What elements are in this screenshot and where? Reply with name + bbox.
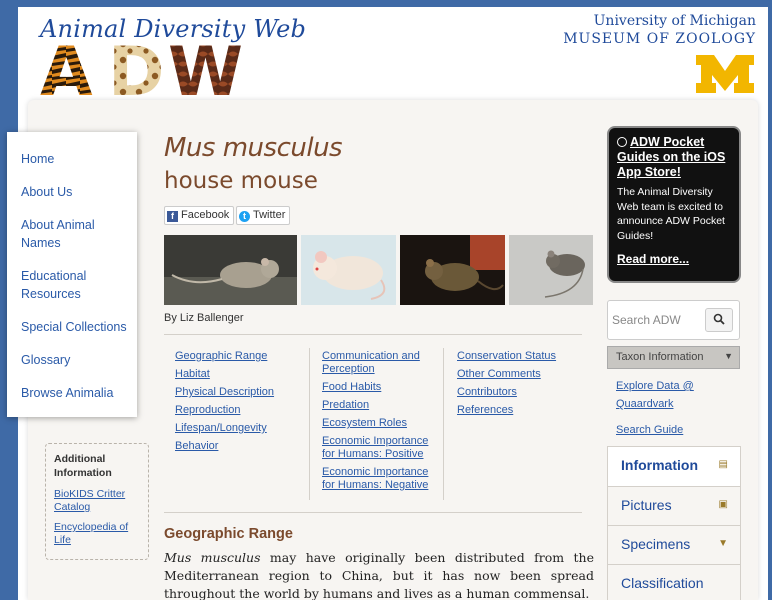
tab-information[interactable]: Information ▤	[607, 446, 741, 487]
additional-information-title: Additional Information	[54, 453, 112, 479]
toc-link-ecosystem-roles[interactable]: Ecosystem Roles	[322, 417, 434, 430]
scientific-name: Mus musculus	[164, 133, 343, 163]
toc-link-habitat[interactable]: Habitat	[175, 368, 295, 381]
toc-link-communication[interactable]: Communication and Perception	[322, 350, 434, 376]
divider	[164, 334, 582, 335]
toc-column-2: Communication and Perception Food Habits…	[322, 350, 434, 497]
museum-name: MUSEUM OF ZOOLOGY	[563, 31, 756, 47]
logo-letter-d: D	[108, 39, 164, 97]
logo-letter-w: W	[168, 39, 243, 97]
document-icon: ▤	[718, 459, 728, 470]
search-input[interactable]: Search ADW	[612, 313, 681, 327]
search-icon	[713, 313, 725, 325]
taxon-information-label: Taxon Information	[616, 351, 704, 363]
biokids-link[interactable]: BioKIDS Critter Catalog	[54, 488, 134, 514]
species-photo-2[interactable]	[301, 235, 396, 305]
toc-link-physical-description[interactable]: Physical Description	[175, 386, 295, 399]
section-title-geographic-range: Geographic Range	[164, 526, 293, 542]
toc-separator	[309, 348, 310, 500]
promo-read-more-link[interactable]: Read more...	[617, 252, 731, 266]
nav-item-about-us[interactable]: About Us	[7, 183, 137, 201]
tab-pictures[interactable]: Pictures ▣	[607, 487, 741, 526]
toc-link-predation[interactable]: Predation	[322, 399, 434, 412]
nav-item-about-animal-names[interactable]: About Animal Names	[7, 216, 107, 252]
toc-link-economic-positive[interactable]: Economic Importance for Humans: Positive	[322, 435, 434, 461]
toc-link-geographic-range[interactable]: Geographic Range	[175, 350, 295, 363]
toc-column-1: Geographic Range Habitat Physical Descri…	[175, 350, 295, 458]
common-name: house mouse	[164, 168, 318, 194]
nav-item-special-collections[interactable]: Special Collections	[7, 318, 137, 336]
toc-link-contributors[interactable]: Contributors	[457, 386, 577, 399]
university-name: University of Michigan	[593, 13, 756, 29]
toc-link-conservation-status[interactable]: Conservation Status	[457, 350, 577, 363]
clock-icon	[617, 137, 627, 147]
umich-museum-title[interactable]: University of Michigan MUSEUM OF ZOOLOGY	[563, 13, 756, 47]
umich-m-logo[interactable]	[694, 53, 756, 95]
section-body: Mus musculus may have originally been di…	[164, 549, 594, 600]
promo-text: The Animal Diversity Web team is excited…	[617, 186, 725, 242]
dropdown-arrow-icon: ▼	[724, 351, 733, 361]
taxon-information-dropdown[interactable]: Taxon Information ▼	[607, 346, 740, 369]
photo-byline: By Liz Ballenger	[164, 312, 244, 324]
toc-link-other-comments[interactable]: Other Comments	[457, 368, 577, 381]
eol-link[interactable]: Encyclopedia of Life	[54, 521, 134, 547]
content-tabs: Information ▤ Pictures ▣ Specimens ▼ Cla…	[607, 446, 741, 600]
twitter-icon: t	[239, 211, 250, 222]
promo-title-link[interactable]: ADW Pocket Guides on the iOS App Store!	[617, 135, 731, 180]
nav-item-browse-animalia[interactable]: Browse Animalia	[7, 384, 137, 402]
left-nav: Home About Us About Animal Names Educati…	[7, 132, 137, 417]
toc-link-references[interactable]: References	[457, 404, 577, 417]
toc-link-lifespan[interactable]: Lifespan/Longevity	[175, 422, 295, 435]
tab-information-label: Information	[621, 457, 698, 473]
toc-link-economic-negative[interactable]: Economic Importance for Humans: Negative	[322, 466, 434, 492]
twitter-share-button[interactable]: t Twitter	[236, 206, 291, 225]
toc-link-behavior[interactable]: Behavior	[175, 440, 295, 453]
logo-letter-a: A	[40, 39, 93, 97]
species-photo-1[interactable]	[164, 235, 297, 305]
pocket-guides-promo: ADW Pocket Guides on the iOS App Store! …	[607, 126, 741, 283]
search-guide-link[interactable]: Search Guide	[616, 421, 706, 439]
divider	[164, 512, 582, 513]
right-links: Explore Data @ Quaardvark Search Guide	[616, 377, 706, 439]
specimen-icon: ▼	[718, 538, 728, 549]
species-photo-4[interactable]	[509, 235, 593, 305]
species-photo-3[interactable]	[400, 235, 505, 305]
tab-specimens[interactable]: Specimens ▼	[607, 526, 741, 565]
facebook-share-button[interactable]: f Facebook	[164, 206, 235, 225]
tab-pictures-label: Pictures	[621, 497, 672, 513]
camera-icon: ▣	[718, 499, 728, 510]
toc-link-reproduction[interactable]: Reproduction	[175, 404, 295, 417]
quaardvark-link[interactable]: Explore Data @ Quaardvark	[616, 377, 706, 413]
additional-information-box: Additional Information BioKIDS Critter C…	[45, 443, 149, 560]
search-button[interactable]	[705, 308, 733, 332]
nav-item-educational-resources[interactable]: Educational Resources	[7, 267, 97, 303]
tab-specimens-label: Specimens	[621, 536, 691, 552]
nav-item-glossary[interactable]: Glossary	[7, 351, 137, 369]
promo-title-text: ADW Pocket Guides on the iOS App Store!	[617, 135, 726, 179]
toc-link-food-habits[interactable]: Food Habits	[322, 381, 434, 394]
toc-separator	[443, 348, 444, 500]
tab-classification[interactable]: Classification	[607, 565, 741, 600]
facebook-icon: f	[167, 211, 178, 222]
toc-column-3: Conservation Status Other Comments Contr…	[457, 350, 577, 422]
search-box: Search ADW	[607, 300, 740, 340]
tab-classification-label: Classification	[621, 575, 704, 591]
twitter-label: Twitter	[253, 209, 286, 221]
facebook-label: Facebook	[181, 209, 230, 221]
nav-item-home[interactable]: Home	[7, 150, 137, 168]
adw-logo[interactable]: A D W	[38, 39, 250, 97]
body-species-name: Mus musculus	[164, 550, 261, 565]
